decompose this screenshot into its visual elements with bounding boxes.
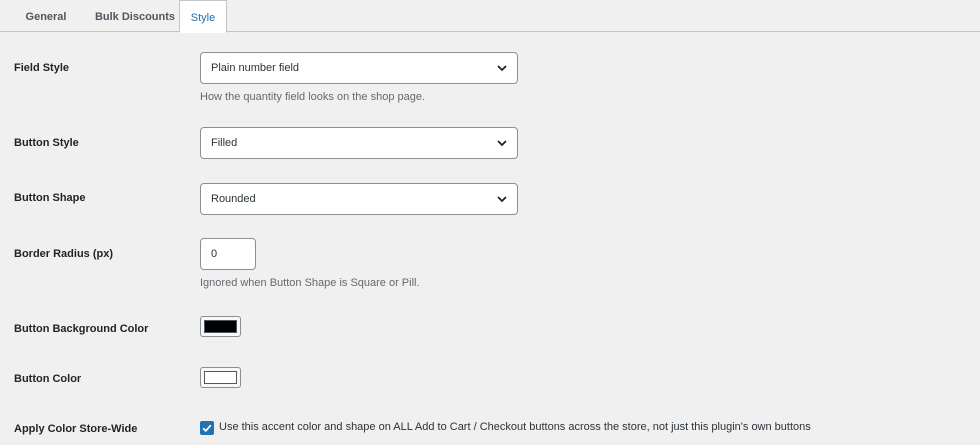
button-shape-value: Rounded (211, 193, 256, 205)
button-background-color-fill (204, 320, 237, 333)
chevron-down-icon (497, 140, 507, 147)
chevron-down-icon (497, 65, 507, 72)
apply-store-wide-label: Apply Color Store-Wide (14, 423, 138, 435)
border-radius-input[interactable]: 0 (200, 238, 256, 270)
apply-store-wide-checkbox[interactable] (200, 421, 214, 435)
button-shape-select[interactable]: Rounded (200, 183, 518, 215)
button-shape-label: Button Shape (14, 192, 86, 204)
checkmark-icon (202, 424, 212, 433)
button-color-label: Button Color (14, 373, 82, 385)
button-style-select[interactable]: Filled (200, 127, 518, 159)
tab-bulk-discounts[interactable]: Bulk Discounts (92, 0, 178, 32)
border-radius-label: Border Radius (px) (14, 248, 114, 260)
apply-store-wide-checkbox-label[interactable]: Use this accent color and shape on ALL A… (219, 421, 811, 433)
tab-style[interactable]: Style (179, 0, 227, 33)
button-background-color-label: Button Background Color (14, 323, 149, 335)
settings-tabs: General Bulk Discounts Style (0, 0, 980, 33)
button-color-fill (204, 371, 237, 384)
button-background-color-swatch[interactable] (200, 316, 241, 337)
chevron-down-icon (497, 196, 507, 203)
button-style-value: Filled (211, 137, 238, 149)
field-style-select[interactable]: Plain number field (200, 52, 518, 84)
field-style-label: Field Style (14, 62, 70, 74)
field-style-value: Plain number field (211, 62, 300, 74)
border-radius-description: Ignored when Button Shape is Square or P… (200, 277, 420, 289)
border-radius-value: 0 (211, 248, 218, 260)
button-style-label: Button Style (14, 137, 79, 149)
tab-general[interactable]: General (0, 0, 92, 32)
button-color-swatch[interactable] (200, 367, 241, 388)
field-style-description: How the quantity field looks on the shop… (200, 91, 426, 103)
